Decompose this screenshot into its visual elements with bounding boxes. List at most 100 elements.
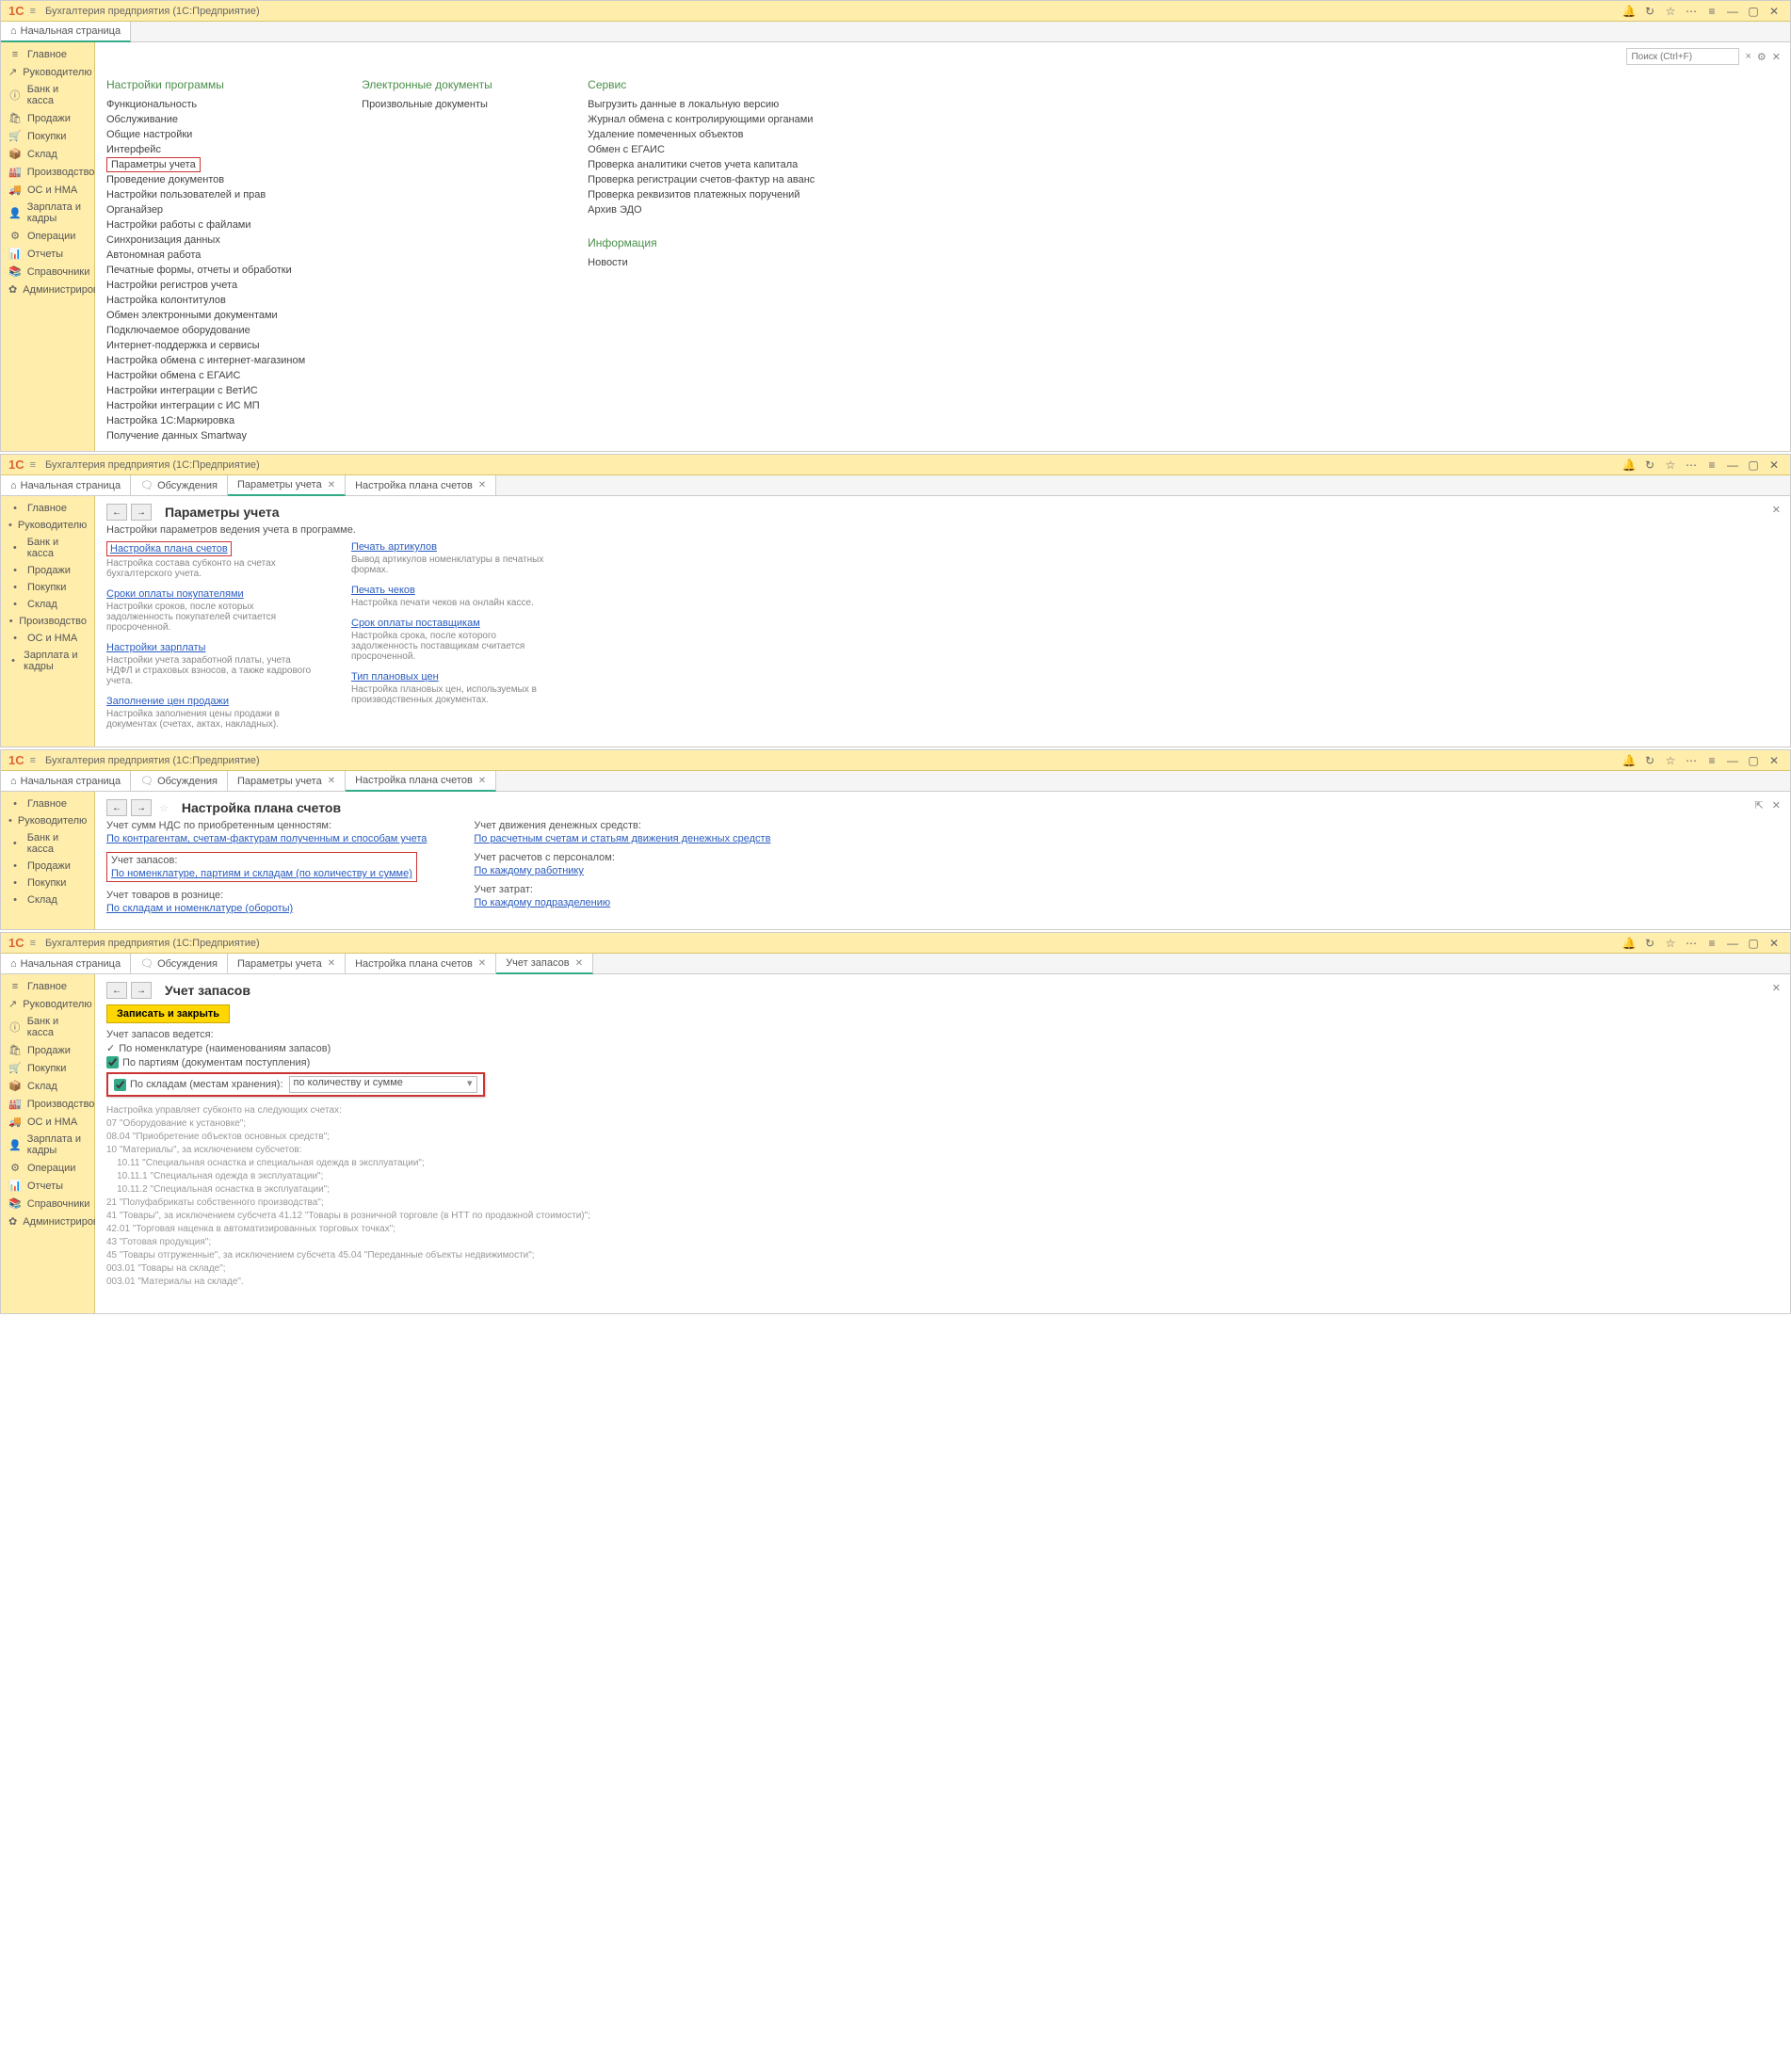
bell-icon[interactable]: 🔔	[1621, 754, 1638, 767]
admin-link[interactable]: Настройка 1С:Маркировка	[106, 413, 305, 428]
admin-link[interactable]: Проверка реквизитов платежных поручений	[588, 187, 815, 202]
sidebar-item[interactable]: 🏭Производство	[1, 163, 94, 181]
sidebar-item[interactable]: ⚙Операции	[1, 227, 94, 245]
back-button[interactable]: ←	[106, 982, 127, 999]
sidebar-item[interactable]: 🛍Продажи	[1, 109, 94, 127]
forward-button[interactable]: →	[131, 799, 152, 816]
sidebar-item[interactable]: 👤Зарплата и кадры	[1, 1131, 94, 1159]
check-warehouses-box[interactable]	[114, 1079, 126, 1091]
check-warehouses[interactable]: По складам (местам хранения):	[114, 1079, 283, 1091]
minimize-icon[interactable]: —	[1724, 458, 1741, 472]
admin-link[interactable]: Интернет-поддержка и сервисы	[106, 338, 305, 353]
admin-link[interactable]: Функциональность	[106, 97, 305, 112]
sidebar-item[interactable]: 🏭Производство	[1, 1095, 94, 1113]
history-icon[interactable]: ↻	[1641, 458, 1658, 472]
sidebar-item[interactable]: •Покупки	[1, 875, 94, 891]
sidebar-item[interactable]: 👤Зарплата и кадры	[1, 199, 94, 227]
star-icon[interactable]: ☆	[1662, 5, 1679, 18]
sidebar-item[interactable]: ↗Руководителю	[1, 63, 94, 81]
sidebar-item[interactable]: •Продажи	[1, 562, 94, 579]
filter-icon[interactable]: ≡	[1703, 5, 1720, 18]
bell-icon[interactable]: 🔔	[1621, 458, 1638, 472]
admin-link[interactable]: Синхронизация данных	[106, 233, 305, 248]
sidebar-item[interactable]: 📦Склад	[1, 1077, 94, 1095]
favorite-star-icon[interactable]: ☆	[159, 802, 169, 814]
param-link[interactable]: Настройка плана счетов	[106, 541, 232, 556]
admin-link[interactable]: Журнал обмена с контролирующими органами	[588, 112, 815, 127]
admin-link[interactable]: Произвольные документы	[362, 97, 531, 112]
sidebar-item[interactable]: •Продажи	[1, 858, 94, 875]
sidebar-item[interactable]: ✿Администрирование	[1, 1213, 94, 1230]
tab-plan[interactable]: Настройка плана счетов✕	[346, 954, 496, 973]
sidebar-item[interactable]: 📚Справочники	[1, 263, 94, 281]
param-link[interactable]: Сроки оплаты покупателями	[106, 588, 244, 600]
sidebar-item[interactable]: •Банк и касса	[1, 534, 94, 562]
param-link[interactable]: Настройки зарплаты	[106, 642, 205, 653]
sidebar-item[interactable]: ⓘБанк и касса	[1, 1013, 94, 1041]
admin-link[interactable]: Обмен с ЕГАИС	[588, 142, 815, 157]
sidebar-item[interactable]: •Склад	[1, 891, 94, 908]
ellipsis-icon[interactable]: ⋯	[1683, 5, 1700, 18]
close-icon[interactable]: ✕	[1766, 937, 1783, 950]
param-link[interactable]: Печать чеков	[351, 585, 415, 596]
tab-start[interactable]: ⌂Начальная страница	[1, 771, 131, 791]
ellipsis-icon[interactable]: ⋯	[1683, 937, 1700, 950]
filter-icon[interactable]: ≡	[1703, 937, 1720, 950]
sidebar-item[interactable]: •Покупки	[1, 579, 94, 596]
admin-link[interactable]: Настройки обмена с ЕГАИС	[106, 368, 305, 383]
maximize-icon[interactable]: ▢	[1745, 458, 1762, 472]
admin-link[interactable]: Архив ЭДО	[588, 202, 815, 217]
tab-params[interactable]: Параметры учета✕	[228, 475, 346, 496]
sidebar-item[interactable]: 🛍Продажи	[1, 1041, 94, 1059]
minimize-icon[interactable]: —	[1724, 754, 1741, 767]
gear-icon[interactable]: ⚙	[1757, 51, 1767, 63]
admin-link[interactable]: Автономная работа	[106, 248, 305, 263]
close-panel-icon[interactable]: ✕	[1772, 51, 1781, 63]
tab-start[interactable]: ⌂Начальная страница	[1, 475, 131, 495]
admin-link[interactable]: Подключаемое оборудование	[106, 323, 305, 338]
sidebar-item[interactable]: •Производство	[1, 613, 94, 630]
menu-icon[interactable]: ≡	[30, 459, 36, 471]
admin-link[interactable]: Параметры учета	[106, 157, 201, 172]
ellipsis-icon[interactable]: ⋯	[1683, 754, 1700, 767]
sidebar-item[interactable]: ↗Руководителю	[1, 995, 94, 1013]
admin-link[interactable]: Настройка колонтитулов	[106, 293, 305, 308]
sidebar-item[interactable]: ≡Главное	[1, 46, 94, 63]
tab-close-icon[interactable]: ✕	[478, 958, 486, 969]
sidebar-item[interactable]: 🛒Покупки	[1, 1059, 94, 1077]
admin-link[interactable]: Настройки интеграции с ВетИС	[106, 383, 305, 398]
admin-link[interactable]: Настройки пользователей и прав	[106, 187, 305, 202]
search-input[interactable]	[1626, 48, 1739, 65]
param-link[interactable]: Печать артикулов	[351, 541, 437, 553]
minimize-icon[interactable]: —	[1724, 937, 1741, 950]
tab-inv[interactable]: Учет запасов✕	[496, 954, 593, 974]
bell-icon[interactable]: 🔔	[1621, 5, 1638, 18]
sidebar-item[interactable]: 📊Отчеты	[1, 1177, 94, 1195]
maximize-icon[interactable]: ▢	[1745, 937, 1762, 950]
star-icon[interactable]: ☆	[1662, 458, 1679, 472]
admin-link[interactable]: Проверка аналитики счетов учета капитала	[588, 157, 815, 172]
admin-link[interactable]: Настройки регистров учета	[106, 278, 305, 293]
admin-link[interactable]: Настройки работы с файлами	[106, 217, 305, 233]
admin-link[interactable]: Проверка регистрации счетов-фактур на ав…	[588, 172, 815, 187]
tab-discuss[interactable]: 🗨Обсуждения	[131, 771, 228, 791]
save-close-button[interactable]: Записать и закрыть	[106, 1004, 230, 1023]
close-page-icon[interactable]: ✕	[1772, 982, 1781, 994]
minimize-icon[interactable]: —	[1724, 5, 1741, 18]
tab-params[interactable]: Параметры учета✕	[228, 771, 346, 791]
admin-link[interactable]: Настройка обмена с интернет-магазином	[106, 353, 305, 368]
param-link[interactable]: Тип плановых цен	[351, 671, 439, 683]
plan-link[interactable]: По складам и номенклатуре (обороты)	[106, 903, 293, 914]
sidebar-item[interactable]: 🚚ОС и НМА	[1, 181, 94, 199]
plan-link[interactable]: По каждому подразделению	[474, 897, 610, 908]
sidebar-item[interactable]: •Банк и касса	[1, 829, 94, 858]
close-icon[interactable]: ✕	[1766, 754, 1783, 767]
back-button[interactable]: ←	[106, 799, 127, 816]
forward-button[interactable]: →	[131, 982, 152, 999]
sidebar-item[interactable]: •ОС и НМА	[1, 630, 94, 647]
sidebar-item[interactable]: ⓘБанк и касса	[1, 81, 94, 109]
sidebar-item[interactable]: 🛒Покупки	[1, 127, 94, 145]
filter-icon[interactable]: ≡	[1703, 754, 1720, 767]
sidebar-item[interactable]: •Зарплата и кадры	[1, 647, 94, 675]
menu-icon[interactable]: ≡	[30, 938, 36, 949]
